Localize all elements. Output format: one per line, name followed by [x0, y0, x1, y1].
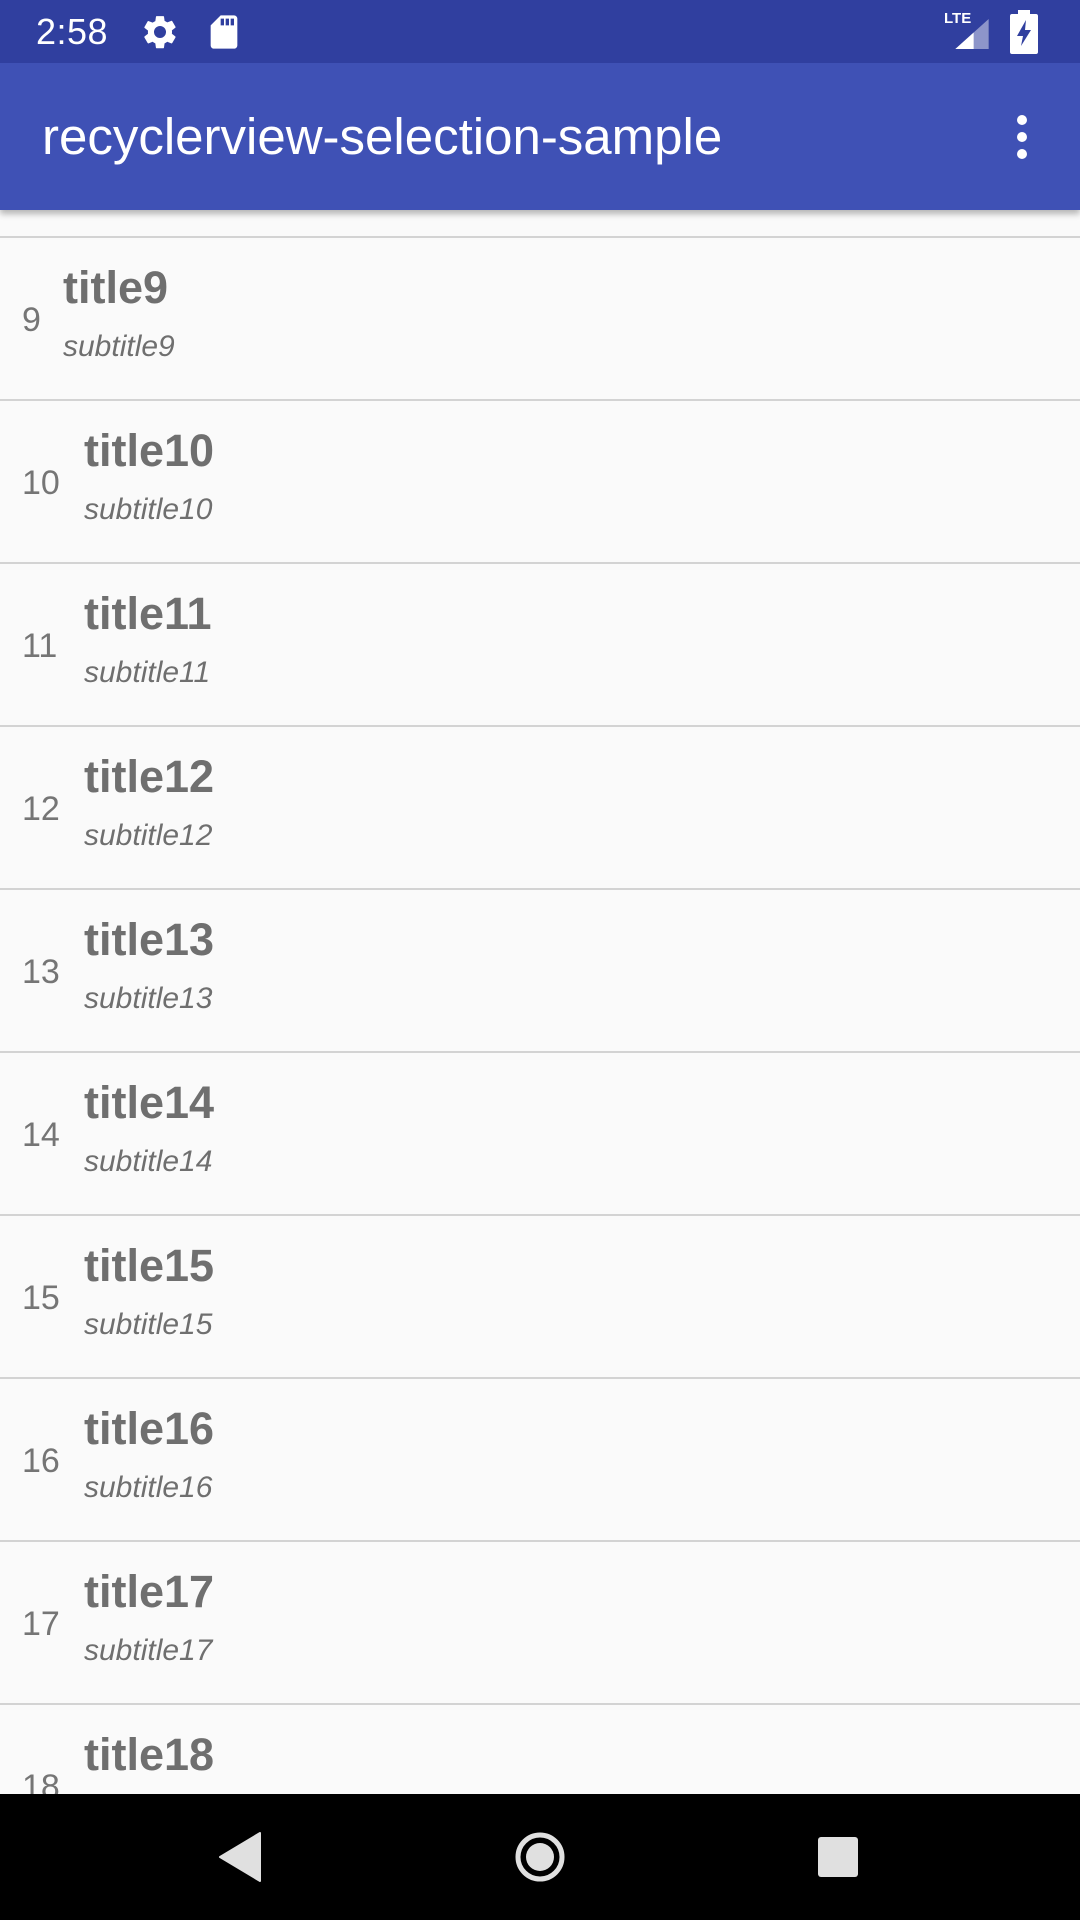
item-number: 17 — [22, 1605, 60, 1643]
item-subtitle: subtitle11 — [84, 656, 211, 689]
gear-icon — [140, 12, 180, 52]
list-item[interactable]: 9 title9 subtitle9 — [0, 238, 1080, 401]
back-icon[interactable] — [204, 1821, 276, 1893]
list-item[interactable]: 18 title18 subtitle18 — [0, 1705, 1080, 1794]
list-item[interactable]: 13 title13 subtitle13 — [0, 890, 1080, 1053]
recents-icon[interactable] — [802, 1821, 874, 1893]
battery-charging-icon — [1010, 10, 1038, 54]
item-title: title9 — [63, 262, 169, 313]
home-icon[interactable] — [504, 1821, 576, 1893]
overflow-menu-icon[interactable] — [998, 107, 1046, 167]
item-number: 13 — [22, 953, 60, 991]
list-item[interactable]: 14 title14 subtitle14 — [0, 1053, 1080, 1216]
list-item[interactable]: 17 title17 subtitle17 — [0, 1542, 1080, 1705]
item-title: title13 — [84, 914, 215, 965]
list-item[interactable]: 12 title12 subtitle12 — [0, 727, 1080, 890]
item-subtitle: subtitle10 — [84, 493, 213, 526]
list-item[interactable]: 16 title16 subtitle16 — [0, 1379, 1080, 1542]
item-subtitle: subtitle16 — [84, 1471, 213, 1504]
item-list[interactable]: 8 title8 subtitle8 9 title9 subtitle9 10… — [0, 117, 1080, 1794]
sd-card-icon — [204, 12, 244, 52]
item-number: 12 — [22, 790, 60, 828]
item-title: title16 — [84, 1403, 215, 1454]
item-number: 14 — [22, 1116, 60, 1154]
signal-icon — [952, 16, 992, 52]
item-number: 10 — [22, 464, 60, 502]
item-subtitle: subtitle9 — [63, 330, 175, 363]
status-bar: 2:58 LTE — [0, 0, 1080, 63]
item-title: title10 — [84, 425, 215, 476]
item-number: 15 — [22, 1279, 60, 1317]
item-number: 11 — [22, 627, 58, 665]
item-number: 16 — [22, 1442, 60, 1480]
item-subtitle: subtitle14 — [84, 1145, 213, 1178]
item-title: title15 — [84, 1240, 215, 1291]
item-subtitle: subtitle17 — [84, 1634, 213, 1667]
list-item[interactable]: 10 title10 subtitle10 — [0, 401, 1080, 564]
item-title: title17 — [84, 1566, 215, 1617]
nav-bar — [0, 1794, 1080, 1920]
item-subtitle: subtitle13 — [84, 982, 213, 1015]
item-title: title14 — [84, 1077, 215, 1128]
list-item[interactable]: 15 title15 subtitle15 — [0, 1216, 1080, 1379]
status-time: 2:58 — [36, 11, 109, 52]
item-subtitle: subtitle12 — [84, 819, 213, 852]
item-title: title11 — [84, 588, 212, 639]
app-title: recyclerview-selection-sample — [42, 108, 723, 165]
screen: 2:58 LTE 8 title8 subtitle8 — [0, 0, 1080, 1920]
app-bar: recyclerview-selection-sample — [0, 63, 1080, 210]
item-number: 9 — [22, 301, 41, 339]
item-title: title12 — [84, 751, 215, 802]
item-subtitle: subtitle15 — [84, 1308, 213, 1341]
list-item[interactable]: 11 title11 subtitle11 — [0, 564, 1080, 727]
item-number: 18 — [22, 1768, 60, 1794]
item-title: title18 — [84, 1729, 215, 1780]
